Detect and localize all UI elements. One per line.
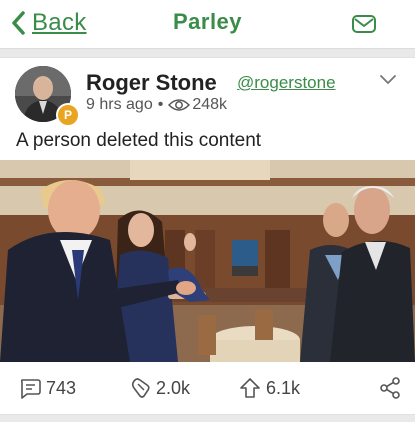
chevron-down-icon[interactable] <box>379 74 397 86</box>
back-label: Back <box>32 9 87 36</box>
upvote-count: 6.1k <box>266 377 301 398</box>
post-actions: 743 2.0k 6.1k <box>0 364 415 414</box>
echo-button[interactable]: 2.0k <box>128 374 190 402</box>
chevron-left-icon <box>12 11 25 35</box>
comment-icon <box>20 379 41 399</box>
author-handle[interactable]: @rogerstone <box>237 73 336 93</box>
envelope-icon[interactable] <box>351 11 377 37</box>
back-button[interactable]: Back <box>10 8 87 38</box>
verified-badge-icon: P <box>56 103 80 127</box>
author-name[interactable]: Roger Stone <box>86 70 217 96</box>
echo-icon <box>131 378 150 398</box>
post-time: 9 hrs ago <box>86 96 153 113</box>
comments-button[interactable]: 743 <box>18 374 76 402</box>
post-photo <box>0 160 415 362</box>
post-image[interactable] <box>0 160 415 362</box>
post-meta: 9 hrs ago • 248k <box>86 96 227 114</box>
comments-count: 743 <box>46 377 77 398</box>
upvote-button[interactable]: 6.1k <box>238 374 300 402</box>
upvote-arrow-icon <box>240 378 260 398</box>
top-navigation-bar: Back Parley <box>0 0 415 49</box>
share-icon <box>380 377 400 399</box>
post-content: A person deleted this content <box>16 130 262 151</box>
echo-count: 2.0k <box>156 377 191 398</box>
share-button[interactable] <box>378 374 406 402</box>
post-card: P Roger Stone @rogerstone 9 hrs ago • 24… <box>0 57 415 415</box>
meta-separator: • <box>157 96 164 113</box>
view-count: 248k <box>192 96 228 113</box>
eye-icon <box>168 99 191 111</box>
